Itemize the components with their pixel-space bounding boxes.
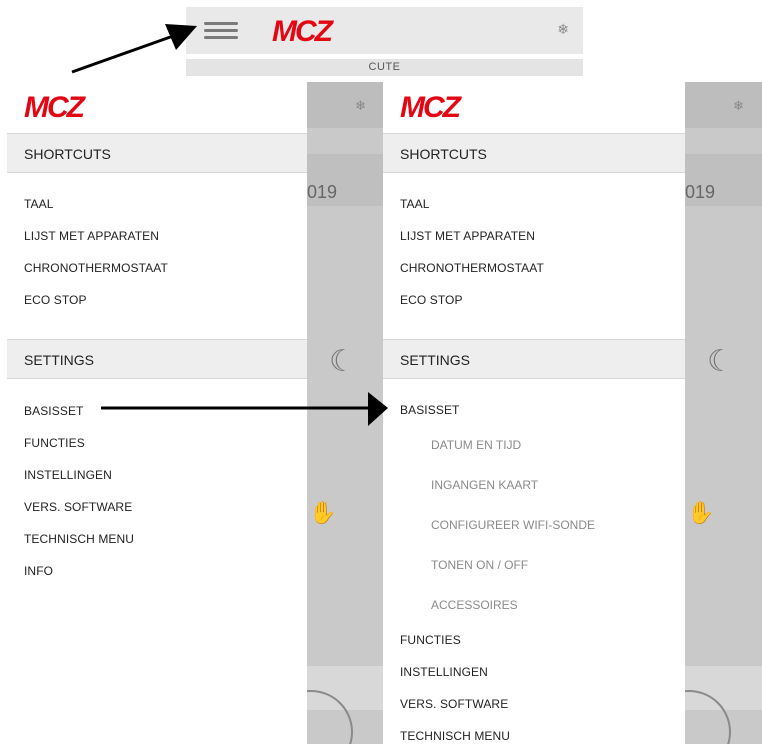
hand-icon: ✋ — [687, 500, 715, 525]
menu-item-taal[interactable]: TAAL — [400, 197, 430, 211]
menu-item-chronothermostat[interactable]: CHRONOTHERMOSTAAT — [400, 261, 544, 275]
device-name-bar: CUTE — [186, 59, 583, 76]
navigation-drawer: MCZ SHORTCUTS TAAL LIJST MET APPARATEN C… — [7, 82, 307, 744]
logo-text: MCZ — [400, 94, 463, 120]
logo-text: MCZ — [272, 18, 335, 44]
snowflake-icon: ❄ — [355, 98, 366, 113]
submenu-item-accessories[interactable]: ACCESSOIRES — [431, 598, 518, 612]
menu-item-functies[interactable]: FUNCTIES — [24, 436, 85, 450]
settings-header: SETTINGS — [383, 339, 685, 379]
menu-item-eco-stop[interactable]: ECO STOP — [24, 293, 87, 307]
snowflake-icon: ❄ — [557, 21, 569, 37]
shortcuts-header: SHORTCUTS — [7, 133, 307, 173]
background-app: ❄ 019 ☾ ✋ — [269, 82, 384, 744]
submenu-item-wifi-probe[interactable]: CONFIGUREER WIFI-SONDE — [431, 518, 595, 532]
menu-item-info[interactable]: INFO — [24, 564, 53, 578]
menu-item-instellingen[interactable]: INSTELLINGEN — [400, 665, 488, 679]
submenu-item-inputs-card[interactable]: INGANGEN KAART — [431, 478, 538, 492]
mcz-logo: MCZ — [272, 18, 364, 44]
hamburger-icon[interactable] — [204, 22, 238, 40]
menu-item-software-version[interactable]: VERS. SOFTWARE — [24, 500, 132, 514]
navigation-drawer: MCZ SHORTCUTS TAAL LIJST MET APPARATEN C… — [383, 82, 685, 744]
mcz-logo: MCZ — [24, 94, 116, 120]
menu-item-basisset[interactable]: BASISSET — [400, 403, 460, 417]
menu-item-basisset[interactable]: BASISSET — [24, 404, 84, 418]
moon-icon: ☾ — [329, 345, 356, 378]
menu-item-chronothermostat[interactable]: CHRONOTHERMOSTAAT — [24, 261, 168, 275]
menu-item-eco-stop[interactable]: ECO STOP — [400, 293, 463, 307]
menu-item-technical-menu[interactable]: TECHNISCH MENU — [400, 729, 510, 743]
logo-text: MCZ — [24, 94, 87, 120]
date-fragment: 019 — [685, 182, 716, 202]
moon-icon: ☾ — [707, 345, 734, 378]
menu-item-technical-menu[interactable]: TECHNISCH MENU — [24, 532, 134, 546]
submenu-item-tones[interactable]: TONEN ON / OFF — [431, 558, 528, 572]
menu-item-instellingen[interactable]: INSTELLINGEN — [24, 468, 112, 482]
submenu-item-date-time[interactable]: DATUM EN TIJD — [431, 438, 521, 452]
mcz-logo: MCZ — [400, 94, 492, 120]
background-app: ❄ 019 ☾ ✋ — [647, 82, 762, 744]
menu-item-device-list[interactable]: LIJST MET APPARATEN — [400, 229, 535, 243]
arrow-to-menu-line — [71, 33, 177, 74]
snowflake-icon: ❄ — [733, 98, 744, 113]
shortcuts-header: SHORTCUTS — [383, 133, 685, 173]
menu-item-software-version[interactable]: VERS. SOFTWARE — [400, 697, 508, 711]
menu-item-taal[interactable]: TAAL — [24, 197, 54, 211]
menu-panel-expanded: ❄ 019 ☾ ✋ MCZ SHORTCUTS TAAL LIJST MET A… — [383, 82, 762, 744]
menu-panel-collapsed: ❄ 019 ☾ ✋ MCZ SHORTCUTS TAAL LIJST MET A… — [7, 82, 384, 744]
settings-header: SETTINGS — [7, 339, 307, 379]
device-name: CUTE — [368, 61, 401, 73]
menu-item-functies[interactable]: FUNCTIES — [400, 633, 461, 647]
app-header: MCZ ❄ — [186, 7, 583, 54]
hand-icon: ✋ — [309, 500, 337, 525]
date-fragment: 019 — [307, 182, 338, 202]
menu-item-device-list[interactable]: LIJST MET APPARATEN — [24, 229, 159, 243]
